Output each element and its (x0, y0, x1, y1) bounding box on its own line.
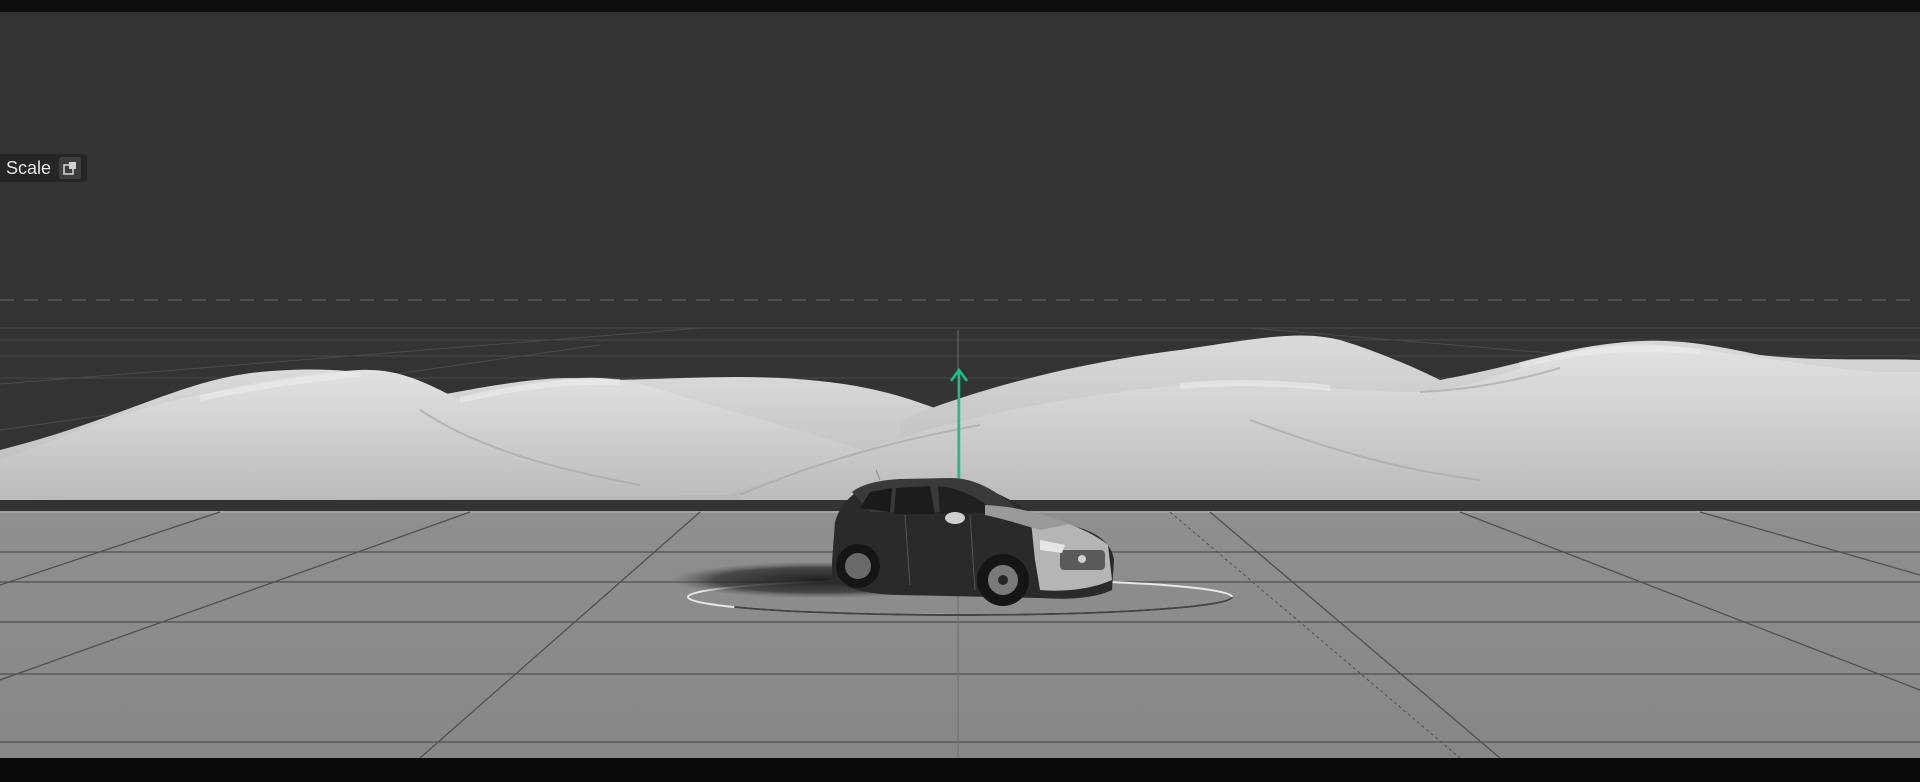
scale-tool-label: Scale (6, 157, 52, 178)
viewport-footer-bar (0, 758, 1920, 782)
viewport-header-bar (0, 0, 1920, 12)
scale-tool-icon[interactable] (59, 157, 82, 179)
scale-tool-panel[interactable]: Scale (0, 154, 88, 182)
3d-viewport[interactable]: Scale (0, 0, 1920, 782)
scene-canvas[interactable] (0, 0, 1920, 782)
